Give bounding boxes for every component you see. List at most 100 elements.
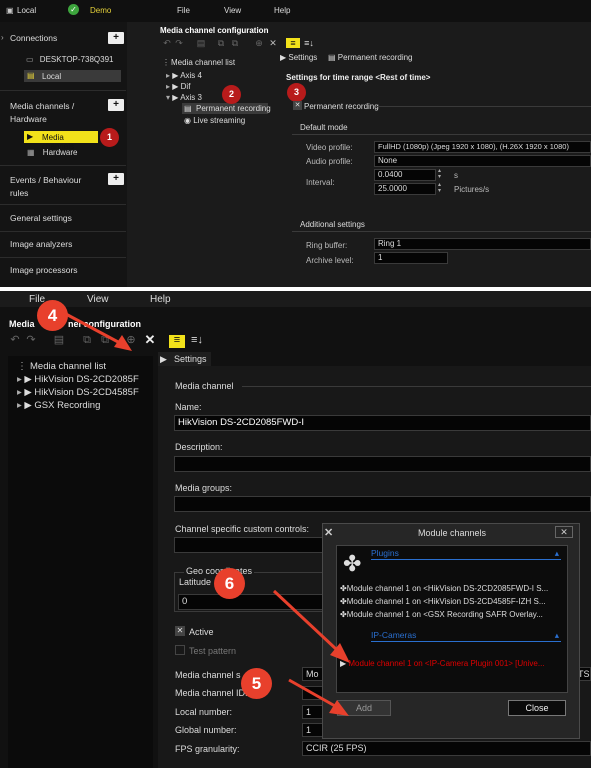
plugin-item-1[interactable]: ✤Module channel 1 on <HikVision DS-2CD20… <box>340 584 548 593</box>
general-settings-header[interactable]: General settings <box>10 213 136 223</box>
interval-input[interactable]: 0.0400 <box>374 169 436 181</box>
permanent-recording-checkbox[interactable]: ✕ <box>293 101 302 110</box>
tree-item-gsx[interactable]: ▸ ▶ GSX Recording <box>17 400 100 411</box>
delete-icon[interactable]: ✕ <box>268 38 278 48</box>
tree-item-dif[interactable]: ▸ ▶ Dif <box>166 82 190 91</box>
image-processors-header[interactable]: Image processors <box>10 265 136 275</box>
bottom-menubar: File View Help <box>0 291 591 307</box>
paste-icon[interactable]: ⧉ <box>230 38 240 48</box>
connection-desktop[interactable]: ▭ DESKTOP-738Q391 <box>26 55 113 64</box>
undo-icon[interactable]: ↶ <box>9 335 21 346</box>
add-event-button[interactable]: + <box>108 173 124 185</box>
undo-icon[interactable]: ↶ <box>162 38 172 48</box>
close-button[interactable]: Close <box>508 700 566 716</box>
menu-help[interactable]: Help <box>150 294 171 305</box>
archive-level-input[interactable]: 1 <box>374 252 448 264</box>
connection-label[interactable]: Local <box>17 6 36 15</box>
copy-icon[interactable]: ⧉ <box>216 38 226 48</box>
image-analyzers-header[interactable]: Image analyzers <box>10 239 136 249</box>
tree-item-live-streaming[interactable]: ◉ Live streaming <box>184 116 245 125</box>
tree-item-label: HikVision DS-2CD2085F <box>34 374 139 385</box>
test-pattern-checkbox[interactable] <box>175 645 185 655</box>
ipcam-item-1[interactable]: ▶ Module channel 1 on <IP-Camera Plugin … <box>340 659 545 668</box>
interval-label: Interval: <box>306 178 335 187</box>
ipcameras-header[interactable]: IP-Cameras ▴ <box>371 630 561 642</box>
divider <box>376 106 591 107</box>
media-channels-item[interactable]: ▶ Media channels <box>24 131 98 151</box>
fps-input[interactable]: 25.0000 <box>374 183 436 195</box>
tree-item-axis4[interactable]: ▸ ▶ Axis 4 <box>166 71 202 80</box>
ring-buffer-select[interactable]: Ring 1 <box>374 238 591 250</box>
add-channel-icon[interactable]: ⊕ <box>254 38 264 48</box>
menu-view[interactable]: View <box>224 6 241 15</box>
tab-label: Settings <box>288 53 318 62</box>
camera-icon: ▶ <box>172 93 179 102</box>
hardware-item[interactable]: ▦ Hardware <box>27 148 77 157</box>
chevron-down-icon: › <box>1 33 4 42</box>
name-input[interactable]: HikVision DS-2CD2085FWD-I <box>174 415 591 431</box>
sort-icon[interactable]: ≡ <box>169 335 185 348</box>
active-label: Active <box>189 627 214 637</box>
custom-controls-label: Channel specific custom controls: <box>175 524 310 534</box>
tab-permanent-recording[interactable]: ▤ Permanent recording <box>328 53 413 62</box>
hardware-icon: ▦ <box>27 148 35 157</box>
interval-stepper-icon[interactable]: ▴ ▾ <box>438 168 441 180</box>
tab-settings[interactable]: ▶ Settings <box>280 53 317 62</box>
description-label: Description: <box>175 442 223 452</box>
print-icon[interactable]: ▤ <box>196 38 206 48</box>
annotation-arrow-6 <box>272 589 350 663</box>
plugin-item-3[interactable]: ✤Module channel 1 on <GSX Recording SAFR… <box>340 610 543 619</box>
connection-local-row[interactable]: ▤ Local <box>24 70 121 82</box>
fps-stepper-icon[interactable]: ▴ ▾ <box>438 182 441 194</box>
menu-help[interactable]: Help <box>274 6 290 15</box>
plugins-header[interactable]: Plugins ▴ <box>371 548 561 560</box>
add-media-button[interactable]: + <box>108 99 124 111</box>
plugin-item-label: Module channel 1 on <HikVision DS-2CD208… <box>346 584 549 593</box>
active-checkbox[interactable]: ✕ <box>175 626 185 636</box>
add-connection-button[interactable]: + <box>108 32 124 44</box>
tree-item-hik1[interactable]: ▸ ▶ HikVision DS-2CD2085F <box>17 374 139 385</box>
redo-icon[interactable]: ↷ <box>25 335 37 346</box>
camera-icon: ▶ <box>172 71 179 80</box>
custom-controls-input[interactable] <box>174 537 324 553</box>
sort-down-icon[interactable]: ≡↓ <box>304 38 314 48</box>
camera-icon: ▶ <box>27 132 34 141</box>
fps-granularity-select[interactable]: CCIR (25 FPS) <box>302 741 591 756</box>
tree-item-axis3[interactable]: ▾ ▶ Axis 3 <box>166 93 202 102</box>
tab-label: Permanent recording <box>337 53 413 62</box>
ipcameras-header-label: IP-Cameras <box>371 630 417 640</box>
fps-unit: Pictures/s <box>454 185 490 194</box>
media-hardware-header[interactable]: Media channels / Hardware <box>10 100 90 126</box>
interval-unit: s <box>454 171 458 180</box>
menu-file[interactable]: File <box>177 6 190 15</box>
additional-settings-label: Additional settings <box>300 220 365 229</box>
tree-item-label: GSX Recording <box>34 400 101 411</box>
tab-settings[interactable]: ▶ Settings <box>158 352 211 366</box>
events-header[interactable]: Events / Behaviour rules <box>10 174 90 200</box>
camera-icon: ▶ <box>172 82 179 91</box>
plugin-item-2[interactable]: ✤Module channel 1 on <HikVision DS-2CD45… <box>340 597 546 606</box>
tree-item-hik2[interactable]: ▸ ▶ HikVision DS-2CD4585F <box>17 387 139 398</box>
test-pattern-label: Test pattern <box>189 646 237 656</box>
dialog-close-button[interactable]: ✕ <box>555 526 573 538</box>
plugin-item-label: Module channel 1 on <HikVision DS-2CD458… <box>346 597 546 606</box>
media-groups-input[interactable] <box>174 496 591 512</box>
expand-icon: ▸ <box>17 374 22 385</box>
server-name[interactable]: Demo <box>90 6 111 15</box>
expand-icon: ▸ <box>166 82 171 91</box>
tree-list-icon: ⋮ <box>17 361 27 372</box>
redo-icon[interactable]: ↷ <box>174 38 184 48</box>
connected-check-icon: ✓ <box>68 4 79 15</box>
menu-view[interactable]: View <box>87 294 109 305</box>
video-profile-select[interactable]: FullHD (1080p) (Jpeg 1920 x 1080), (H.26… <box>374 141 591 153</box>
audio-profile-select[interactable]: None <box>374 155 591 167</box>
description-input[interactable] <box>174 456 591 472</box>
plugin-puzzle-icon: ✤ <box>343 551 362 576</box>
plugin-item-label: Module channel 1 on <GSX Recording SAFR … <box>346 610 543 619</box>
sort-down-icon[interactable]: ≡↓ <box>189 335 205 346</box>
delete-icon[interactable]: ✕ <box>144 333 156 346</box>
tree-item-permanent-recording[interactable]: ▤ Permanent recording <box>182 103 271 114</box>
sort-icon[interactable]: ≡ <box>286 38 300 48</box>
chevron-up-icon: ▴ <box>554 630 559 640</box>
media-channel-s-label: Media channel s <box>175 670 241 680</box>
